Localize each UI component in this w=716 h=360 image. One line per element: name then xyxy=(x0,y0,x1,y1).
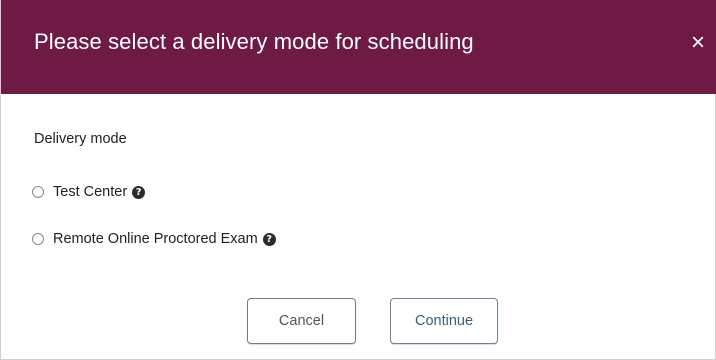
question-circle-icon[interactable]: ? xyxy=(262,232,276,246)
radio-button-remote-online[interactable] xyxy=(32,233,44,245)
radio-option-remote-online[interactable]: Remote Online Proctored Exam ? xyxy=(32,231,276,247)
dialog-title: Please select a delivery mode for schedu… xyxy=(34,29,474,54)
dialog-header: Please select a delivery mode for schedu… xyxy=(1,0,716,94)
radio-option-test-center[interactable]: Test Center ? xyxy=(32,184,146,200)
radio-button-test-center[interactable] xyxy=(32,186,44,198)
question-circle-icon[interactable]: ? xyxy=(132,185,146,199)
delivery-mode-dialog: Please select a delivery mode for schedu… xyxy=(0,0,716,360)
radio-label-remote-online: Remote Online Proctored Exam xyxy=(53,231,258,247)
continue-button[interactable]: Continue xyxy=(390,298,498,344)
close-button[interactable]: × xyxy=(687,30,709,56)
delivery-mode-label: Delivery mode xyxy=(34,131,127,147)
cancel-button[interactable]: Cancel xyxy=(247,298,356,344)
radio-label-test-center: Test Center xyxy=(53,184,128,200)
